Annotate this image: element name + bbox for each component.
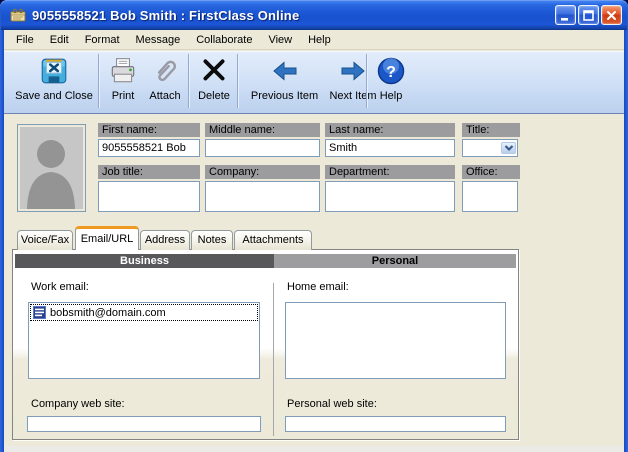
last-name-input[interactable]	[325, 139, 455, 157]
save-and-close-label: Save and Close	[15, 90, 93, 102]
work-email-entry[interactable]: bobsmith@domain.com	[30, 304, 258, 321]
office-input[interactable]	[462, 181, 518, 212]
help-icon: ?	[376, 53, 406, 89]
personal-web-site-label: Personal web site:	[287, 398, 377, 410]
toolbar-separator	[98, 54, 99, 108]
menu-collaborate[interactable]: Collaborate	[188, 32, 260, 48]
chevron-down-icon	[501, 142, 516, 154]
office-label: Office:	[462, 165, 520, 179]
print-icon	[108, 53, 138, 89]
help-button[interactable]: ? Help	[368, 53, 414, 111]
menu-view[interactable]: View	[260, 32, 300, 48]
window-bottom-strip	[4, 446, 624, 452]
department-label: Department:	[325, 165, 455, 179]
work-email-value: bobsmith@domain.com	[50, 307, 166, 319]
attach-label: Attach	[149, 90, 180, 102]
middle-name-input[interactable]	[205, 139, 320, 157]
firstclass-contact-window: 9055558521 Bob Smith : FirstClass Online…	[0, 0, 628, 452]
column-divider	[273, 283, 274, 436]
toolbar: Save and Close Print	[4, 51, 624, 114]
minimize-button[interactable]	[555, 5, 576, 25]
last-name-label: Last name:	[325, 123, 455, 137]
menu-file[interactable]: File	[8, 32, 42, 48]
business-section-header: Business	[15, 254, 274, 268]
personal-web-site-input[interactable]	[285, 416, 506, 432]
internet-address-icon	[33, 306, 46, 319]
previous-item-icon	[271, 53, 299, 89]
title-label: Title:	[462, 123, 520, 137]
tab-attachments[interactable]: Attachments	[234, 230, 312, 250]
company-web-site-label: Company web site:	[31, 398, 125, 410]
department-input[interactable]	[325, 181, 455, 212]
home-email-list[interactable]	[285, 302, 506, 379]
email-url-panel: Business Personal Work email: bobsmith@d…	[12, 249, 519, 440]
toolbar-separator	[237, 54, 238, 108]
print-label: Print	[112, 90, 135, 102]
job-title-input[interactable]	[98, 181, 200, 212]
previous-item-label: Previous Item	[251, 90, 318, 102]
titlebar: 9055558521 Bob Smith : FirstClass Online	[0, 0, 628, 30]
window-border-right	[624, 30, 628, 452]
company-input[interactable]	[205, 181, 320, 212]
tab-address[interactable]: Address	[140, 230, 190, 250]
menu-format[interactable]: Format	[77, 32, 128, 48]
section-header-bar: Business Personal	[15, 254, 516, 268]
tab-email-url[interactable]: Email/URL	[75, 226, 139, 250]
tab-voice-fax[interactable]: Voice/Fax	[17, 230, 73, 250]
tab-notes[interactable]: Notes	[191, 230, 233, 250]
delete-label: Delete	[198, 90, 230, 102]
first-name-label: First name:	[98, 123, 200, 137]
save-and-close-button[interactable]: Save and Close	[10, 53, 98, 111]
personal-section-header: Personal	[274, 254, 516, 268]
title-select[interactable]	[462, 139, 518, 157]
close-button[interactable]	[601, 5, 622, 25]
delete-icon	[199, 53, 229, 89]
contact-form: First name: Middle name: Last name: Titl…	[4, 115, 624, 227]
contact-photo[interactable]	[17, 124, 86, 212]
work-email-list[interactable]: bobsmith@domain.com	[28, 302, 260, 379]
previous-item-button[interactable]: Previous Item	[244, 53, 325, 111]
maximize-button[interactable]	[578, 5, 599, 25]
home-email-label: Home email:	[287, 281, 349, 293]
toolbar-separator	[366, 54, 367, 108]
person-silhouette-icon	[20, 127, 83, 209]
first-name-input[interactable]	[98, 139, 200, 157]
menu-edit[interactable]: Edit	[42, 32, 77, 48]
attach-icon	[150, 53, 180, 89]
company-label: Company:	[205, 165, 320, 179]
company-web-site-input[interactable]	[27, 416, 261, 432]
help-label: Help	[380, 90, 403, 102]
rolodex-card-icon	[9, 6, 27, 24]
middle-name-label: Middle name:	[205, 123, 320, 137]
job-title-label: Job title:	[98, 165, 200, 179]
svg-text:?: ?	[386, 64, 396, 81]
menu-bar: File Edit Format Message Collaborate Vie…	[4, 30, 624, 50]
save-and-close-icon	[39, 53, 69, 89]
window-border-left	[0, 30, 4, 452]
menu-help[interactable]: Help	[300, 32, 339, 48]
next-item-icon	[339, 53, 367, 89]
window-title: 9055558521 Bob Smith : FirstClass Online	[32, 8, 299, 23]
delete-button[interactable]: Delete	[193, 53, 235, 111]
attach-button[interactable]: Attach	[144, 53, 186, 111]
print-button[interactable]: Print	[103, 53, 143, 111]
menu-message[interactable]: Message	[128, 32, 189, 48]
work-email-label: Work email:	[31, 281, 89, 293]
toolbar-separator	[188, 54, 189, 108]
